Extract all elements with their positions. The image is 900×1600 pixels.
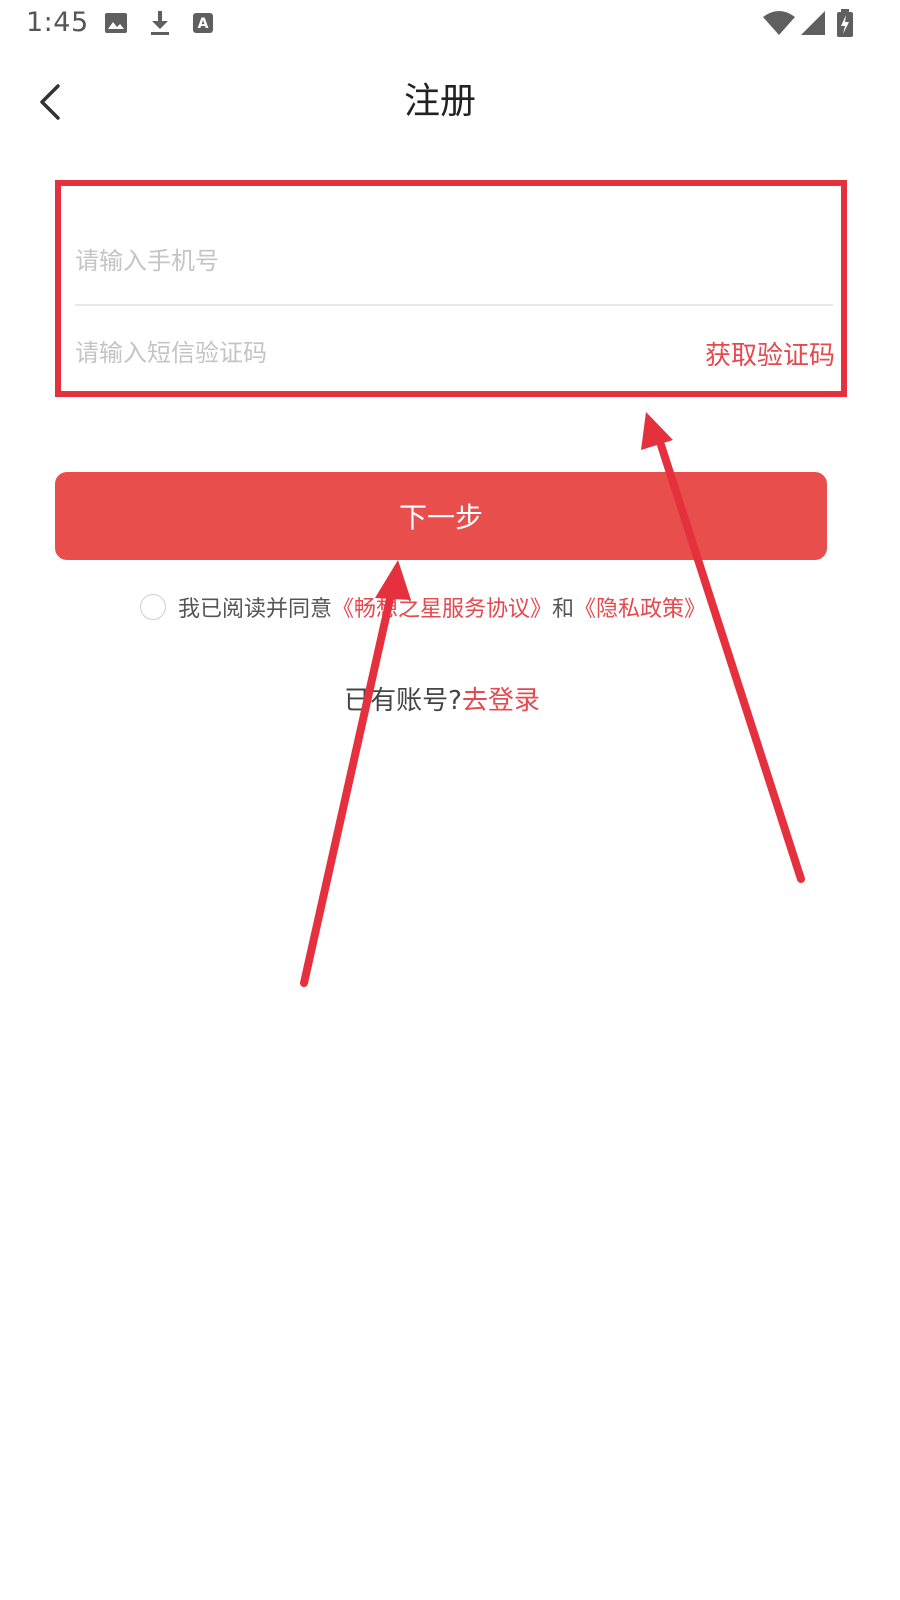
signal-icon: [801, 11, 825, 35]
download-icon: [151, 11, 169, 35]
status-bar: 1:45 A: [0, 0, 900, 50]
agreement-prefix: 我已阅读并同意: [178, 597, 333, 622]
agree-checkbox[interactable]: [140, 594, 166, 620]
wifi-icon: [763, 11, 795, 35]
privacy-policy-link[interactable]: 《隐私政策》: [574, 591, 706, 623]
image-icon: [105, 13, 127, 33]
login-prompt: 已有账号?: [344, 686, 462, 716]
status-time: 1:45: [26, 7, 89, 38]
next-button[interactable]: 下一步: [55, 472, 827, 560]
login-row: 已有账号?去登录: [0, 680, 884, 717]
go-login-link[interactable]: 去登录: [462, 686, 540, 716]
sms-code-input[interactable]: [75, 339, 705, 367]
phone-field: [75, 216, 827, 306]
battery-charging-icon: [837, 9, 853, 37]
service-agreement-link[interactable]: 《畅想之星服务协议》: [332, 591, 552, 623]
register-screen: 1:45 A 注册 请输入手机号 请输入短信验证码 获取验证码 下一步 我已阅读…: [0, 0, 900, 1600]
text-a-icon: A: [193, 13, 213, 33]
agreement-conjunction: 和: [552, 597, 575, 622]
page-title: 注册: [403, 81, 476, 122]
phone-input[interactable]: [75, 247, 827, 275]
svg-text:A: A: [198, 16, 209, 32]
field-divider: [75, 304, 833, 306]
get-code-button[interactable]: 获取验证码: [705, 335, 835, 372]
credential-form: 获取验证码: [55, 180, 847, 397]
sms-code-field: 获取验证码: [75, 308, 835, 398]
agreement-row: 我已阅读并同意 《畅想之星服务协议》 和 《隐私政策》: [140, 590, 706, 624]
